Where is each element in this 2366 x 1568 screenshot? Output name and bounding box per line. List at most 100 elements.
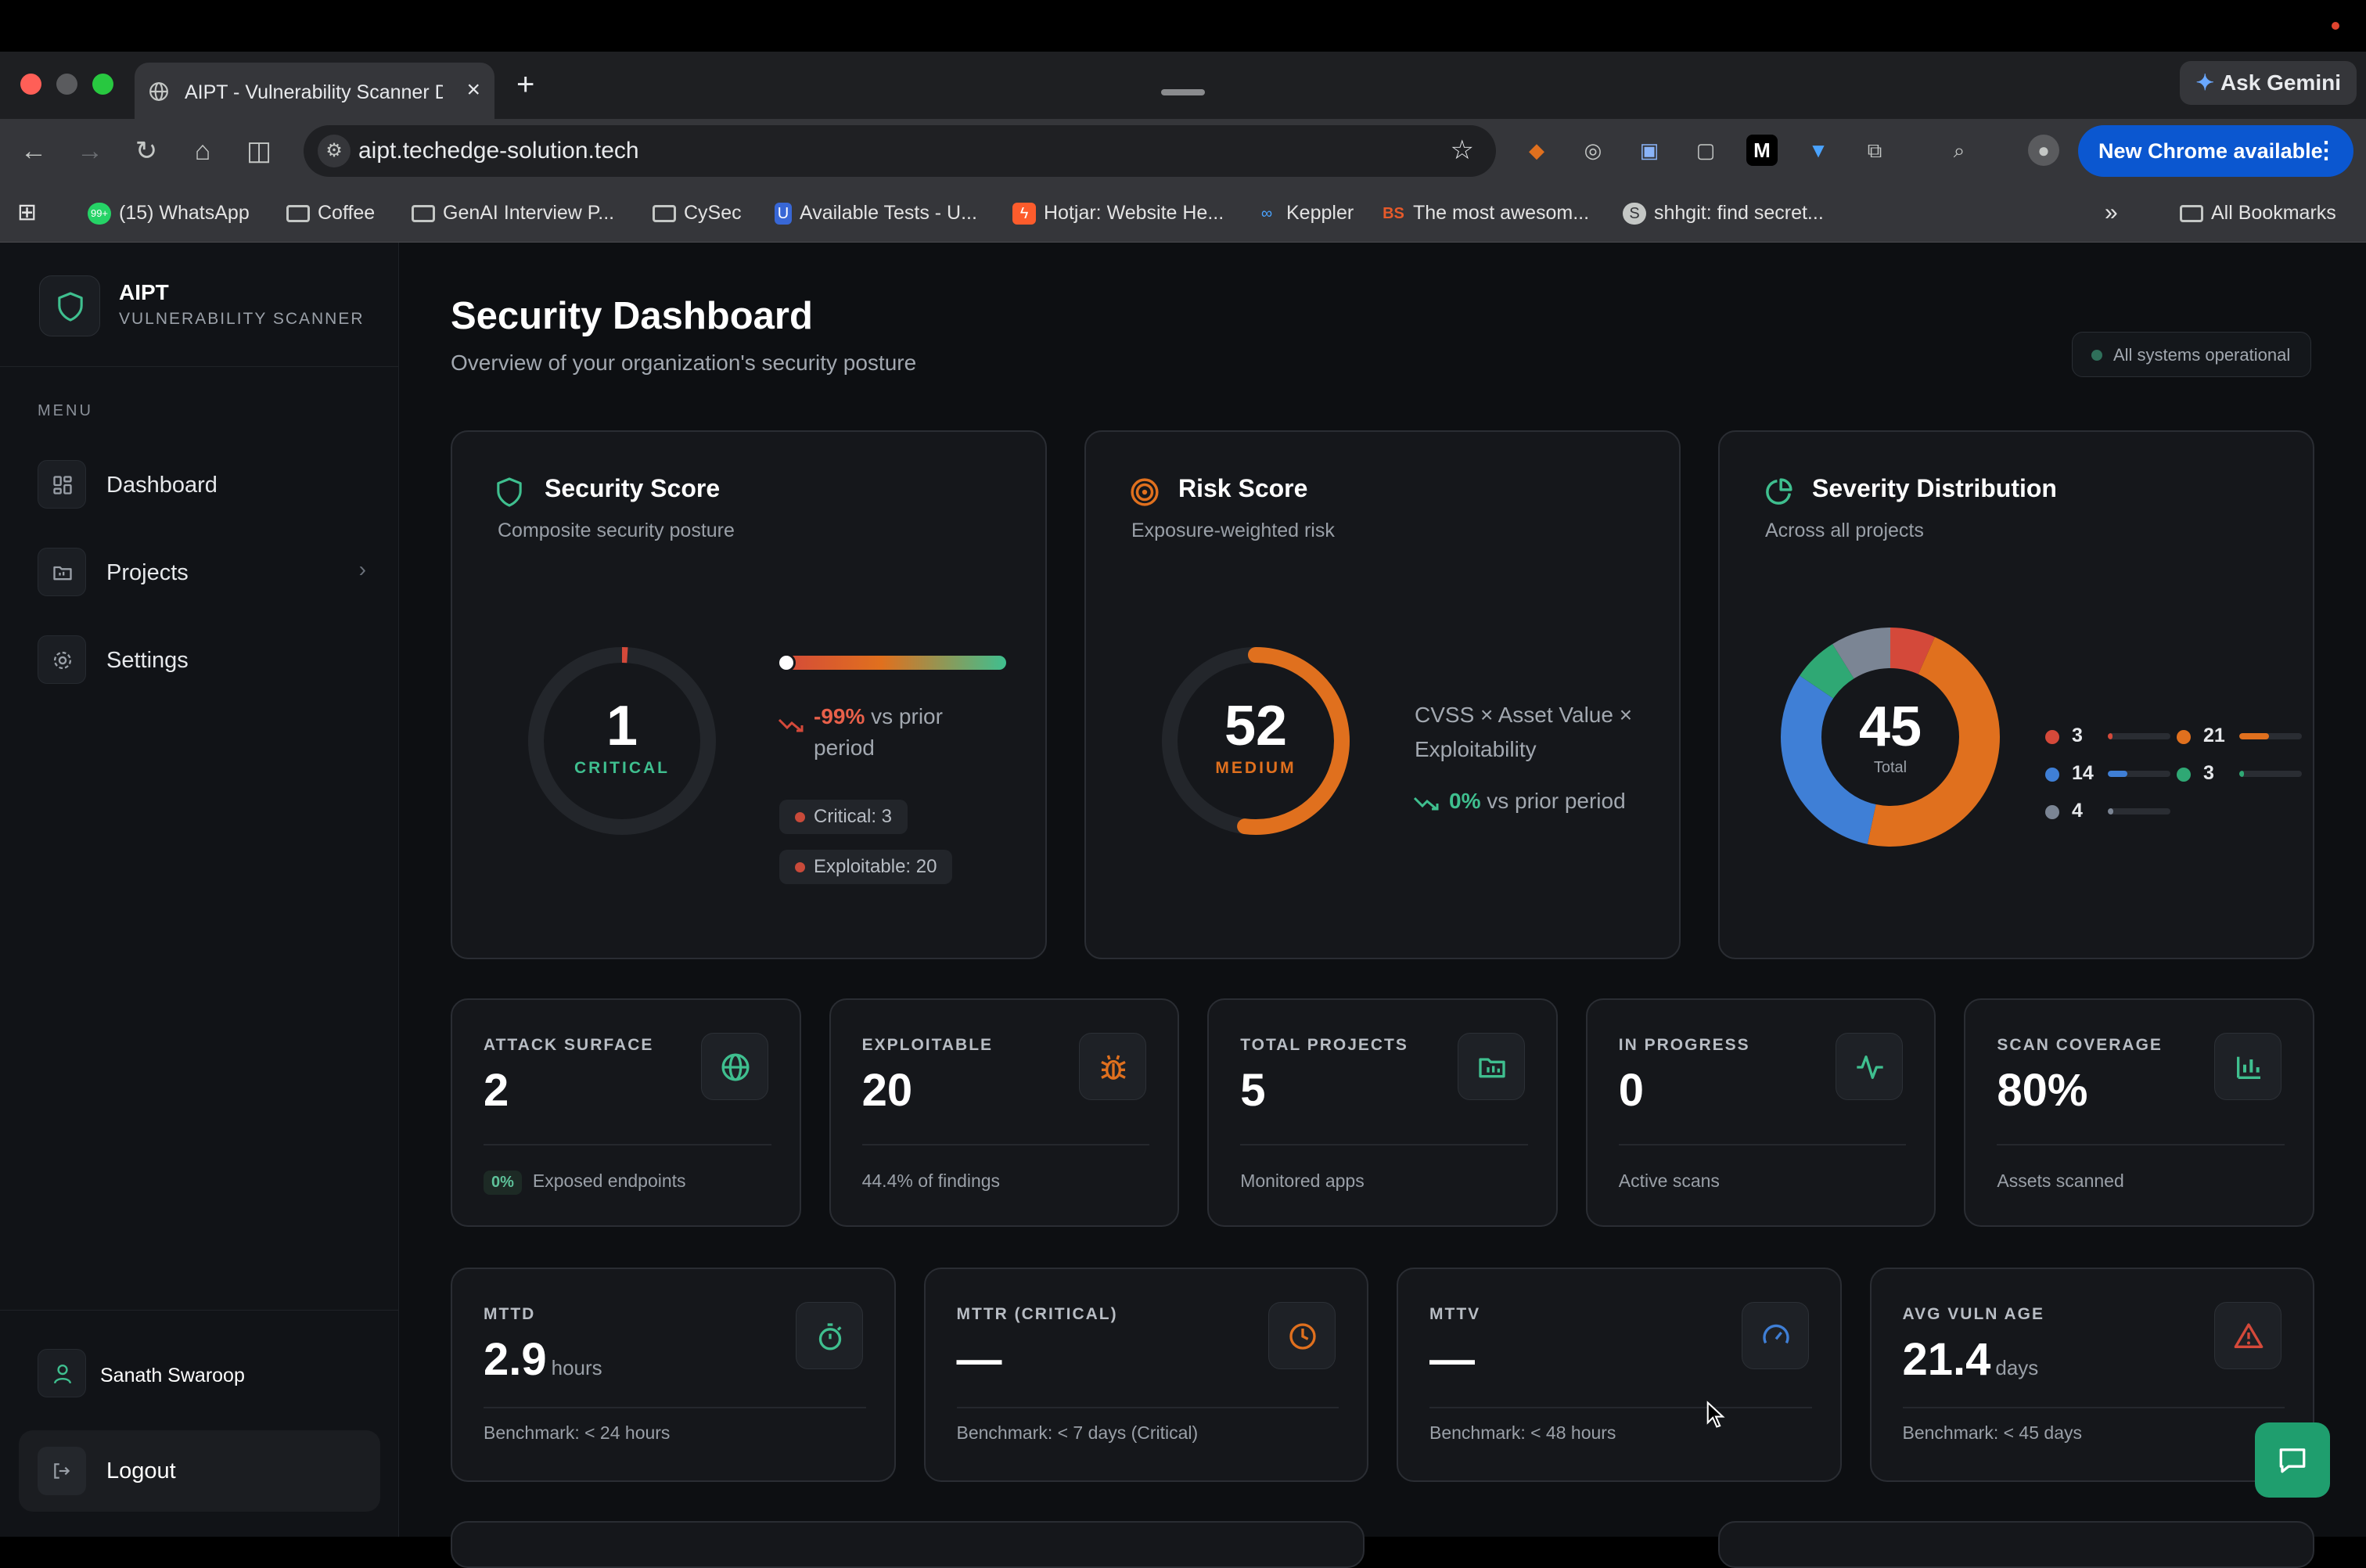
status-text: All systems operational	[2113, 345, 2291, 365]
bookmark-whatsapp[interactable]: 99+ (15) WhatsApp	[88, 199, 250, 227]
more-menu-icon[interactable]: ⋮	[2314, 125, 2338, 177]
close-tab-icon[interactable]: ×	[466, 77, 480, 103]
score-gradient-bar	[779, 656, 1006, 670]
metric-footnote-text: Assets scanned	[1997, 1171, 2124, 1191]
url-text[interactable]: aipt.techedge-solution.tech	[358, 138, 639, 164]
bookmark-available-tests[interactable]: U Available Tests - U...	[775, 199, 977, 227]
security-trend-value: -99%	[814, 704, 865, 728]
legend-color-dot	[2177, 768, 2191, 782]
hotjar-icon: ϟ	[1012, 203, 1036, 225]
bookmark-shhgit[interactable]: Sshhgit: find secret...	[1623, 199, 1824, 227]
bookmark-cysec[interactable]: CySec	[653, 199, 742, 227]
metric-card: TOTAL PROJECTS 5 Monitored apps	[1207, 998, 1558, 1227]
risk-trend: 0% vs prior period	[1449, 789, 1626, 814]
bookmark-coffee[interactable]: Coffee	[286, 199, 375, 227]
legend-bar-fill	[2108, 733, 2112, 739]
folder-icon	[286, 205, 310, 223]
ask-gemini-button[interactable]: ✦ Ask Gemini	[2180, 61, 2357, 105]
extensions-puzzle-icon[interactable]: ⧉	[1859, 135, 1890, 166]
new-chrome-available-button[interactable]: New Chrome available ⋮	[2078, 125, 2353, 177]
extension-target-icon[interactable]: ◎	[1577, 135, 1609, 166]
apps-grid-icon[interactable]: ⊞	[17, 199, 37, 227]
severity-total-label: Total	[1873, 759, 1908, 776]
metric-label: MTTD	[484, 1305, 536, 1323]
metric-value: 0	[1619, 1064, 1644, 1117]
metric-label: ATTACK SURFACE	[484, 1036, 654, 1054]
profile-avatar-icon[interactable]: ●	[2028, 135, 2059, 166]
extension-fox-icon[interactable]: ◆	[1521, 135, 1552, 166]
brand-logo	[39, 275, 100, 336]
bookmark-label: GenAI Interview P...	[443, 202, 615, 224]
metric-footnote: 0% Exposed endpoints	[484, 1171, 686, 1195]
extension-camera-blue-icon[interactable]: ▣	[1634, 135, 1665, 166]
folder-icon	[38, 548, 86, 596]
clock-icon	[1268, 1302, 1336, 1369]
metric-card: MTTV — Benchmark: < 48 hours	[1397, 1268, 1842, 1482]
close-window-button[interactable]	[20, 74, 41, 95]
site-settings-icon[interactable]: ⚙	[318, 135, 351, 167]
logout-label: Logout	[106, 1458, 176, 1483]
extension-camera-icon[interactable]: ▢	[1690, 135, 1721, 166]
bookmark-hotjar[interactable]: ϟ Hotjar: Website He...	[1012, 199, 1224, 227]
all-bookmarks[interactable]: All Bookmarks	[2180, 199, 2336, 227]
warning-icon	[2214, 1302, 2282, 1369]
browser-toolbar: ← → ↻ ⌂ ◫ ⚙ aipt.techedge-solution.tech …	[0, 119, 2366, 183]
extension-shield-icon[interactable]: ▼	[1803, 135, 1834, 166]
bug-icon	[1079, 1033, 1147, 1100]
user-avatar[interactable]	[38, 1349, 86, 1397]
shield-icon	[497, 477, 522, 507]
critical-count-chip: Critical: 3	[779, 800, 908, 834]
bookmark-label: Coffee	[318, 202, 376, 224]
exploitable-dot	[795, 862, 805, 872]
metric-unit: hours	[551, 1356, 602, 1379]
tab-search-icon[interactable]: ⌕	[1944, 135, 1975, 166]
score-marker	[776, 653, 796, 672]
chat-support-button[interactable]	[2255, 1422, 2330, 1498]
bookmark-star-icon[interactable]: ☆	[1451, 135, 1474, 166]
metric-label: IN PROGRESS	[1618, 1036, 1750, 1054]
sidebar-item-settings[interactable]: Settings	[38, 634, 366, 685]
address-bar[interactable]: ⚙ aipt.techedge-solution.tech ☆	[304, 125, 1496, 177]
window-drag-handle[interactable]	[1161, 89, 1205, 95]
bookmark-awesome[interactable]: BS The most awesom...	[1382, 199, 1589, 227]
more-bookmarks-icon[interactable]: »	[2105, 199, 2118, 227]
metric-divider	[1618, 1144, 1907, 1145]
reload-button[interactable]: ↻	[127, 131, 166, 171]
recording-indicator	[2332, 22, 2339, 30]
tab-title: AIPT - Vulnerability Scanner D	[185, 81, 443, 103]
next-row-card-left	[451, 1521, 1365, 1568]
page-title: Security Dashboard	[451, 295, 813, 337]
home-button[interactable]: ⌂	[183, 131, 222, 171]
brand-subtitle: VULNERABILITY SCANNER	[119, 310, 365, 328]
new-tab-button[interactable]: +	[516, 67, 534, 102]
metric-value-number: 5	[1240, 1065, 1266, 1116]
back-button[interactable]: ←	[14, 131, 53, 171]
maximize-window-button[interactable]	[92, 74, 113, 95]
forward-button[interactable]: →	[70, 131, 110, 171]
ask-gemini-label: Ask Gemini	[2220, 70, 2341, 95]
security-score-value: 1	[606, 695, 638, 757]
legend-bar-fill	[2239, 771, 2244, 777]
globe-icon	[700, 1033, 768, 1100]
bookmark-keppler[interactable]: ∞ Keppler	[1255, 199, 1354, 227]
security-trend: -99% vs prior period	[814, 701, 1001, 764]
legend-bar	[2239, 733, 2302, 739]
sidebar-item-projects[interactable]: Projects ›	[38, 546, 366, 598]
split-view-button[interactable]: ◫	[239, 131, 279, 171]
browser-tab-active[interactable]: AIPT - Vulnerability Scanner D ×	[135, 63, 494, 119]
bookmarks-bar: ⊞ 99+ (15) WhatsApp Coffee GenAI Intervie…	[0, 183, 2366, 243]
severity-legend-item: 3	[2177, 762, 2317, 786]
logout-button[interactable]: Logout	[19, 1430, 380, 1512]
legend-bar	[2108, 808, 2170, 815]
metric-value-number: 20	[861, 1065, 913, 1116]
shield-logo-icon	[58, 292, 83, 322]
metric-footnote: Monitored apps	[1240, 1171, 1365, 1192]
bs-icon: BS	[1383, 205, 1404, 223]
minimize-window-button[interactable]	[56, 74, 77, 95]
sidebar-item-dashboard[interactable]: Dashboard	[38, 459, 366, 510]
metric-label: MTTV	[1429, 1305, 1481, 1323]
card-title: Security Score	[545, 474, 721, 502]
metric-value: —	[957, 1333, 1002, 1386]
extension-medium-icon[interactable]: M	[1746, 135, 1778, 166]
bookmark-genai[interactable]: GenAI Interview P...	[412, 199, 614, 227]
